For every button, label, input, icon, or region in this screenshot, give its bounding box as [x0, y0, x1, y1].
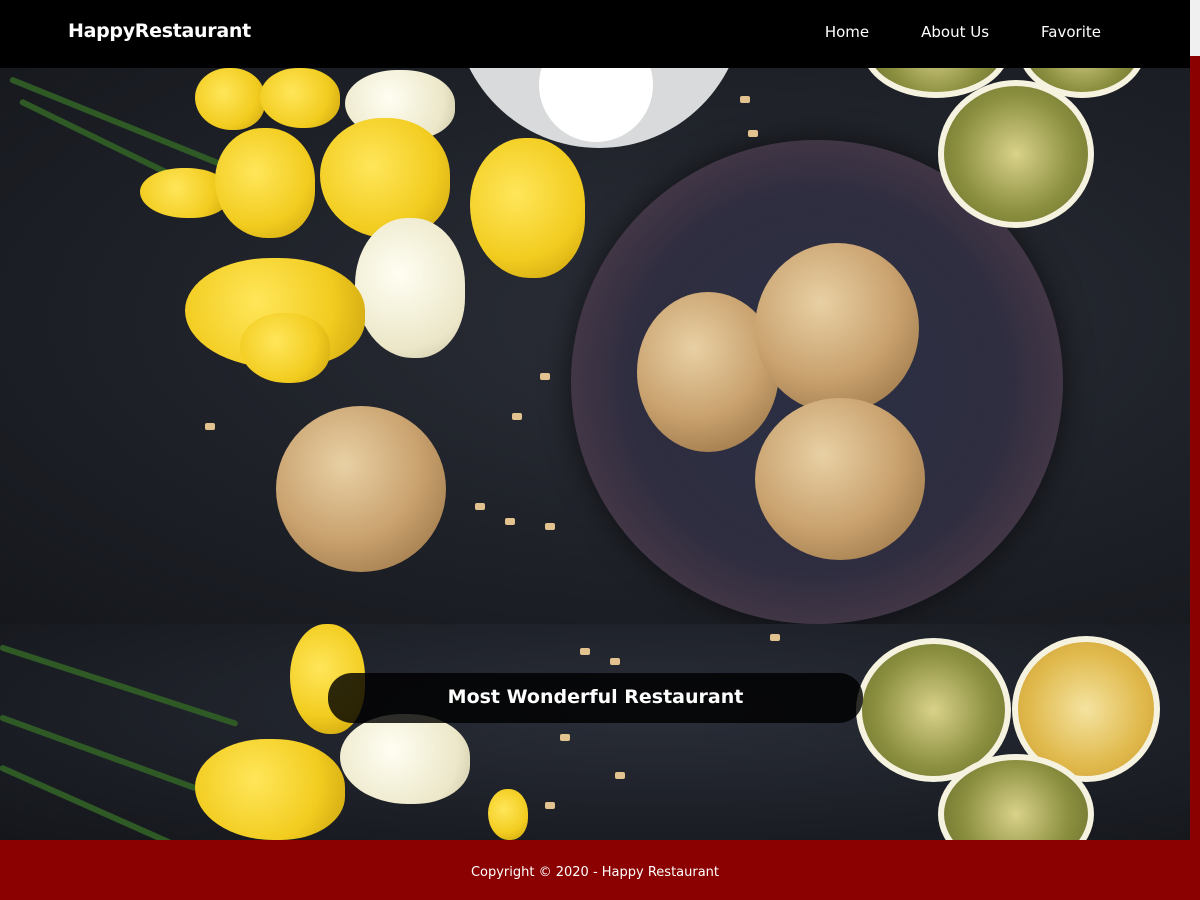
almond-crumb [205, 423, 215, 430]
cookie [276, 406, 446, 572]
hero-caption: Most Wonderful Restaurant [328, 673, 863, 723]
daffodil-petal [470, 138, 585, 278]
lemon-slice [938, 80, 1094, 228]
cookie [755, 398, 925, 560]
cookie [755, 243, 919, 413]
footer: Copyright © 2020 - Happy Restaurant [0, 840, 1190, 900]
right-edge [1190, 0, 1200, 900]
almond-crumb [475, 503, 485, 510]
almond-crumb [512, 413, 522, 420]
navbar: HappyRestaurant Home About Us Favorite [0, 0, 1190, 68]
almond-crumb [580, 648, 590, 655]
flower-stem [0, 644, 239, 728]
nav-link-favorite[interactable]: Favorite [1041, 23, 1101, 41]
logo-badge: R [454, 68, 744, 148]
almond-crumb [545, 802, 555, 809]
hero-image-repeat [0, 624, 1190, 840]
footer-copyright: Copyright © 2020 - Happy Restaurant [470, 865, 720, 880]
almond-crumb [615, 772, 625, 779]
nav-link-home[interactable]: Home [825, 23, 869, 41]
almond-crumb [610, 658, 620, 665]
flower-stem [0, 714, 227, 802]
right-accent-stripe [1190, 56, 1200, 900]
almond-crumb [740, 96, 750, 103]
nav-link-about-us[interactable]: About Us [921, 23, 989, 41]
nav-links: Home About Us Favorite [825, 23, 1101, 41]
hero-image: R [0, 68, 1190, 624]
brand-name[interactable]: HappyRestaurant [68, 20, 251, 42]
almond-crumb [770, 634, 780, 641]
daffodil-petal [355, 218, 465, 358]
almond-crumb [560, 734, 570, 741]
daffodil-petal [195, 739, 345, 840]
almond-crumb [505, 518, 515, 525]
almond-crumb [748, 130, 758, 137]
restaurant-logo-icon: R [539, 68, 653, 142]
daffodil-petal [215, 128, 315, 238]
daffodil-petal [320, 118, 450, 238]
hero-caption-text: Most Wonderful Restaurant [447, 686, 744, 708]
daffodil-petal [240, 313, 330, 383]
daffodil-petal [260, 68, 340, 128]
almond-crumb [545, 523, 555, 530]
flower-stem [8, 76, 225, 168]
daffodil-petal [340, 714, 470, 804]
daffodil-petal [488, 789, 528, 840]
daffodil-petal [195, 68, 265, 130]
almond-crumb [540, 373, 550, 380]
